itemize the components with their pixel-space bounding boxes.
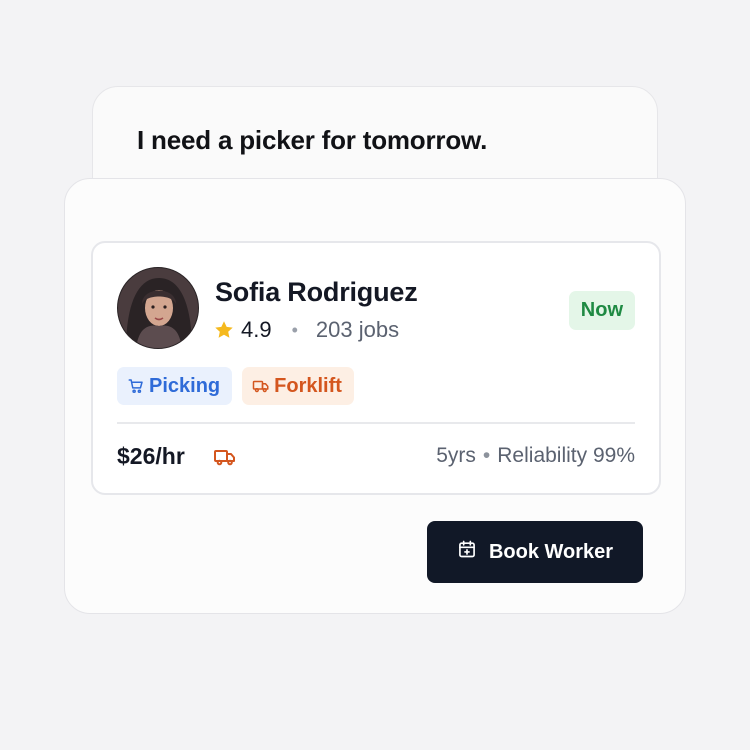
worker-name: Sofia Rodriguez	[215, 277, 418, 307]
skill-tag-picking: Picking	[117, 367, 233, 405]
recommendation-card: Sofia Rodriguez 4.9 • 203 jobs Now Picki…	[64, 178, 686, 614]
cart-icon	[127, 377, 145, 395]
worker-card[interactable]: Sofia Rodriguez 4.9 • 203 jobs Now Picki…	[91, 241, 661, 495]
worker-stats: 5yrs • Reliability 99%	[436, 444, 635, 468]
separator: •	[482, 444, 491, 467]
skill-label: Picking	[149, 374, 221, 397]
status-badge: Now	[568, 291, 635, 330]
skill-tags: Picking Forklift	[117, 367, 354, 405]
rating-row: 4.9 • 203 jobs	[213, 317, 399, 343]
prompt-text: I need a picker for tomorrow.	[137, 125, 488, 155]
calendar-plus-icon	[457, 539, 477, 565]
truck-icon	[213, 445, 237, 474]
separator: •	[291, 319, 298, 340]
star-icon	[213, 319, 235, 341]
jobs-count: 203 jobs	[315, 317, 400, 342]
reliability: Reliability 99%	[497, 444, 635, 467]
experience: 5yrs	[436, 444, 476, 467]
skill-tag-forklift: Forklift	[242, 367, 354, 405]
truck-icon	[252, 377, 270, 395]
book-worker-button[interactable]: Book Worker	[427, 521, 643, 583]
hourly-rate: $26/hr	[117, 443, 185, 469]
divider	[117, 422, 635, 424]
skill-label: Forklift	[274, 374, 342, 397]
book-worker-label: Book Worker	[488, 540, 614, 563]
stage: I need a picker for tomorrow. Sofia Rodr…	[0, 0, 750, 750]
rating-value: 4.9	[241, 317, 272, 342]
avatar	[117, 267, 199, 349]
